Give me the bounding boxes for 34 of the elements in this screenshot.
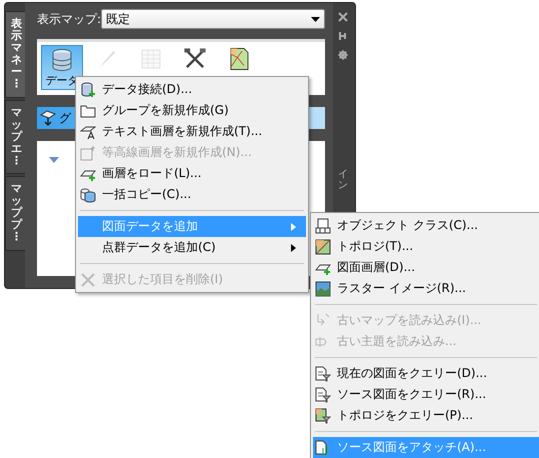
display-map-dropdown[interactable]: 既定 [101, 9, 325, 29]
raster-image-icon [315, 280, 331, 296]
menu-item[interactable]: 図面画層(D)... [313, 257, 539, 278]
menu-item[interactable]: 一括コピー(C)... [78, 184, 306, 205]
menu-item[interactable]: ソース図面をクエリー(R)... [313, 384, 539, 405]
menu-item[interactable]: トポロジ(T)... [313, 236, 539, 257]
expand-arrow-icon[interactable] [49, 157, 59, 163]
close-icon[interactable] [338, 12, 348, 22]
contour-icon [80, 144, 96, 160]
object-class-icon [315, 218, 331, 234]
database-plus-icon [80, 82, 96, 98]
topology-icon [315, 238, 331, 254]
submenu-arrow-icon [291, 222, 296, 230]
menu-item[interactable]: 現在の図面をクエリー(D)... [313, 363, 539, 384]
query-icon [315, 386, 331, 402]
submenu-arrow-icon [291, 244, 296, 252]
menu-item[interactable]: グループを新規作成(G) [78, 100, 306, 121]
text-layer-icon [80, 124, 96, 140]
delete-icon [80, 272, 96, 288]
database-copy-icon [80, 186, 96, 202]
menu-item[interactable]: 画層をロード(L)... [78, 163, 306, 184]
menu-item[interactable]: 点群データを追加(C) [78, 237, 306, 258]
dropdown-arrow-icon [311, 16, 320, 22]
menu-item[interactable]: ラスター イメージ(R)... [313, 278, 539, 299]
palette-title: イン [338, 169, 348, 191]
settings-icon[interactable] [338, 50, 348, 60]
menu-item[interactable]: テキスト画層を新規作成(T)... [78, 121, 306, 142]
group-icon [39, 109, 57, 127]
query-icon [315, 366, 331, 382]
menu-item[interactable]: トポロジをクエリー(P)... [313, 405, 539, 426]
menu-item[interactable]: オブジェクト クラス(C)... [313, 215, 539, 236]
topology-query-icon [315, 408, 331, 424]
display-map-label: 表示マップ: [37, 10, 102, 28]
folder-icon [80, 102, 96, 118]
